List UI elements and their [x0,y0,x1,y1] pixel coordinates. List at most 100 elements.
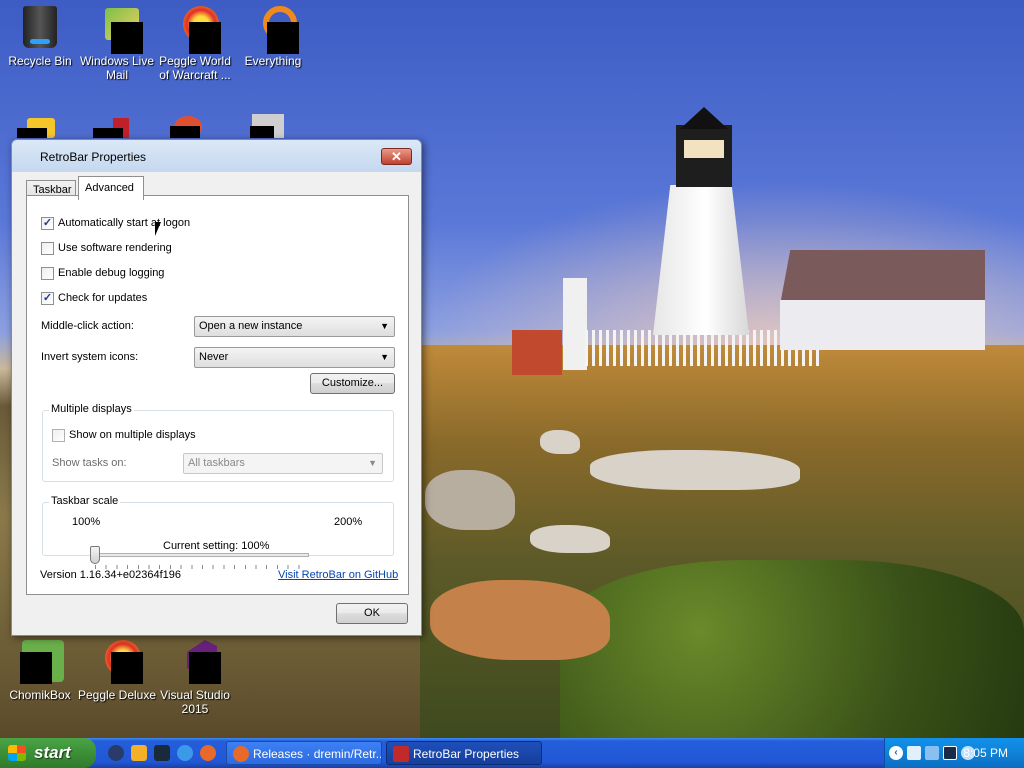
desktop-icon-chomikbox[interactable]: ChomikBox [0,640,80,702]
desktop-icon-everything[interactable]: Everything [233,6,313,68]
wallpaper-house-roof [780,250,985,305]
github-link[interactable]: Visit RetroBar on GitHub [278,569,398,581]
quick-launch-firefox-icon[interactable] [200,745,216,761]
customize-button[interactable]: Customize... [310,373,395,394]
wallpaper-rock [425,470,515,530]
show-tasks-dropdown[interactable]: All taskbars ▼ [183,453,383,474]
wallpaper-tower [563,278,587,370]
checkbox-show-multiple-displays[interactable]: Show on multiple displays [52,427,196,443]
middle-click-dropdown[interactable]: Open a new instance ▼ [194,316,395,337]
task-button-retrobar-properties[interactable]: RetroBar Properties [386,741,542,765]
checkbox-debug-logging[interactable]: Enable debug logging [41,265,164,281]
redacted-icon-overlay [189,22,221,54]
dropdown-value: Never [199,351,229,363]
redacted-icon-overlay [17,128,47,138]
ok-button[interactable]: OK [336,603,408,624]
scale-min-label: 100% [72,516,101,528]
desktop-icon-hidden[interactable] [170,112,214,138]
desktop-icon-hidden[interactable] [93,118,137,138]
checkbox-label: Automatically start at logon [58,217,191,229]
tray-expand-icon[interactable]: ‹ [889,746,903,760]
redacted-icon-overlay [189,652,221,684]
checkbox-box[interactable] [52,428,65,442]
tab-advanced[interactable]: Advanced [78,176,144,200]
desktop-icon-label: Windows Live Mail [79,54,155,82]
desktop-icon-label: Peggle Deluxe [77,688,157,702]
checkbox-auto-start[interactable]: ✓ Automatically start at logon [41,215,190,231]
desktop-icon-visual-studio[interactable]: Visual Studio 2015 [155,640,235,716]
start-button[interactable]: start [0,738,96,768]
windows-flag-icon [8,745,26,761]
scale-current-label: Current setting: 100% [163,540,270,552]
checkbox-box[interactable] [41,241,54,255]
desktop-icon-hidden[interactable] [250,112,294,138]
tab-label: Advanced [85,182,134,194]
checkbox-check-updates[interactable]: ✓ Check for updates [41,290,147,306]
retrobar-icon [393,746,409,762]
wallpaper-shed [512,330,562,375]
wallpaper-rock [590,450,800,490]
group-title: Multiple displays [49,403,134,415]
close-icon: ✕ [391,149,402,164]
dropdown-arrow-icon: ▼ [368,458,377,468]
firefox-icon [233,746,249,762]
desktop-icon-hidden[interactable] [17,118,61,138]
task-button-firefox[interactable]: Releases · dremin/Retr... [226,741,382,765]
scale-slider-thumb[interactable] [90,546,100,564]
wallpaper-rock [530,525,610,553]
desktop-icon-windows-live-mail[interactable]: Windows Live Mail [77,6,157,82]
version-text: Version 1.16.34+e02364f196 [40,569,181,581]
invert-icons-dropdown[interactable]: Never ▼ [194,347,395,368]
dialog-client-area: Taskbar Advanced ✓ Automatically start a… [12,172,421,635]
quick-launch-ie-icon[interactable] [177,745,193,761]
wallpaper-rock [430,580,610,660]
desktop-icon-peggle-wow[interactable]: Peggle World of Warcraft ... [155,6,235,82]
dialog-titlebar[interactable]: RetroBar Properties ✕ [12,140,421,172]
checkbox-box[interactable]: ✓ [41,291,54,305]
quick-launch-media-player-icon[interactable] [131,745,147,761]
retrobar-properties-dialog: RetroBar Properties ✕ Taskbar Advanced ✓… [11,139,422,636]
checkbox-box[interactable]: ✓ [41,216,54,230]
desktop-icon-label: Peggle World of Warcraft ... [159,54,231,82]
mouse-cursor-icon [155,222,161,236]
dropdown-value: Open a new instance [199,320,303,332]
desktop-icon-label: Everything [244,54,302,68]
desktop-icon-label: ChomikBox [9,688,71,702]
close-button[interactable]: ✕ [381,148,412,165]
dropdown-arrow-icon: ▼ [380,321,389,331]
show-tasks-label: Show tasks on: [52,457,127,469]
tray-network-icon[interactable] [907,746,921,760]
desktop-icon-recycle-bin[interactable]: Recycle Bin [0,6,80,68]
system-tray: ‹ 8:05 PM [884,738,1024,768]
redacted-icon-overlay [20,652,52,684]
tray-app-icon[interactable] [925,746,939,760]
task-label: RetroBar Properties [413,747,520,761]
checkbox-box[interactable] [41,266,54,280]
checkbox-label: Use software rendering [58,242,172,254]
wallpaper-bushes [560,560,1024,738]
clock[interactable]: 8:05 PM [963,746,1008,760]
quick-launch-desktop-icon[interactable] [154,745,170,761]
quick-launch-media-icon[interactable] [108,745,124,761]
checkbox-label: Check for updates [58,292,148,304]
advanced-tab-panel: ✓ Automatically start at logon Use softw… [26,195,409,595]
desktop-icon-label: Recycle Bin [8,54,72,68]
redacted-icon-overlay [111,22,143,54]
taskbar: start Releases · dremin/Retr... RetroBar… [0,738,1024,768]
redacted-icon-overlay [111,652,143,684]
desktop-icon-peggle-deluxe[interactable]: Peggle Deluxe [77,640,157,702]
scale-max-label: 200% [334,516,363,528]
redacted-icon-overlay [93,128,123,138]
tray-monitor-icon[interactable] [943,746,957,760]
desktop-icon-label: Visual Studio 2015 [160,688,230,716]
wallpaper-rock [540,430,580,454]
dropdown-value: All taskbars [188,457,245,469]
scale-slider-track[interactable] [95,553,309,557]
button-label: OK [364,607,380,619]
dropdown-arrow-icon: ▼ [380,352,389,362]
checkbox-software-rendering[interactable]: Use software rendering [41,240,172,256]
wallpaper-house [780,300,985,350]
checkbox-label: Show on multiple displays [69,429,196,441]
dialog-title: RetroBar Properties [40,150,147,164]
wallpaper-lamp-roof [680,107,728,129]
